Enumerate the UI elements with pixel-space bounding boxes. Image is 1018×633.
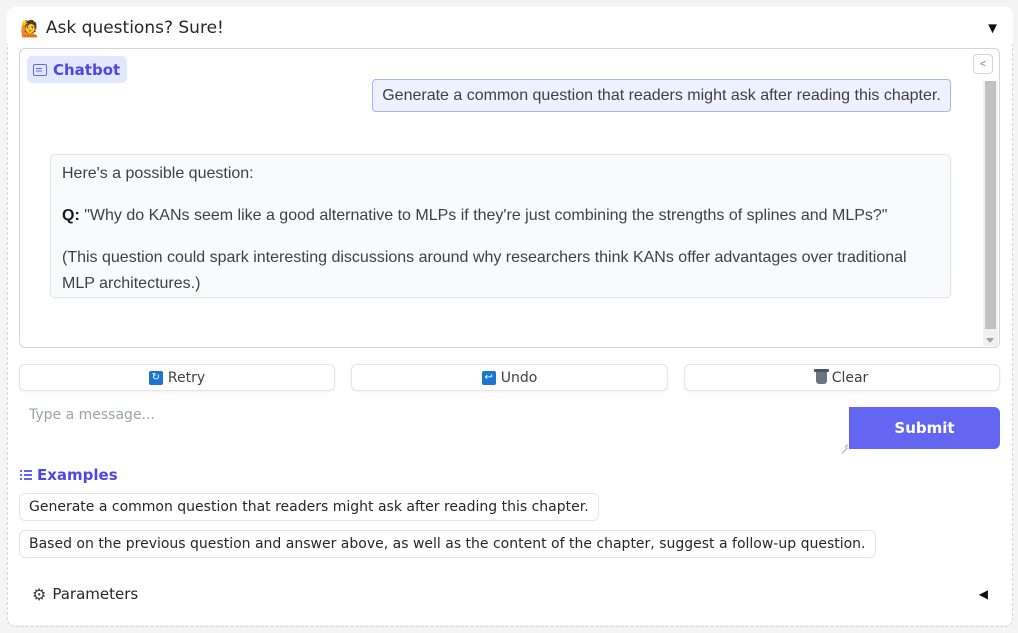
examples-label: Examples [20,466,118,484]
raising-hand-icon: 🙋 [20,18,40,38]
user-message: Generate a common question that readers … [372,79,951,112]
scroll-down-arrow-icon[interactable] [986,338,994,343]
parameters-accordion[interactable]: ⚙ Parameters ◀ [32,585,988,604]
share-icon[interactable]: < [973,54,993,74]
parameters-title-wrap: ⚙ Parameters [32,585,138,604]
parameters-toggle-icon[interactable]: ◀ [979,587,988,601]
example-item[interactable]: Generate a common question that readers … [19,493,599,521]
undo-label: Undo [500,369,538,386]
scrollbar-thumb[interactable] [985,81,996,329]
gear-icon: ⚙ [32,584,47,604]
undo-icon: ↩ [481,370,496,385]
accordion-header[interactable]: 🙋 Ask questions? Sure! ▼ [20,16,1000,40]
message-input[interactable] [19,407,848,449]
chatbot-label-text: Chatbot [53,60,121,79]
chatbot-area: Chatbot < Generate a common question tha… [19,48,1000,348]
bot-message: Here's a possible question: Q: "Why do K… [50,154,951,298]
parameters-label: Parameters [52,585,139,603]
question-text: "Why do KANs seem like a good alternativ… [79,207,888,224]
examples-label-text: Examples [37,466,118,484]
accordion-toggle-icon[interactable]: ▼ [985,20,1000,37]
resize-handle-icon[interactable] [840,440,848,448]
bot-message-intro: Here's a possible question: [62,165,254,182]
clear-label: Clear [831,369,869,386]
retry-label: Retry [167,369,206,386]
retry-button[interactable]: ↻ Retry [19,364,335,391]
trash-icon [813,369,829,384]
undo-button[interactable]: ↩ Undo [351,364,668,391]
bot-message-note: (This question could spark interesting d… [62,249,907,292]
list-icon [20,470,32,480]
submit-button[interactable]: Submit [849,407,1000,449]
example-item[interactable]: Based on the previous question and answe… [19,530,876,558]
clear-button[interactable]: Clear [684,364,1000,391]
chatbot-label: Chatbot [27,56,128,83]
bot-message-question: Q: "Why do KANs seem like a good alterna… [62,203,939,229]
chat-bubble-icon [33,63,47,76]
accordion-title: Ask questions? Sure! [45,18,224,38]
question-label: Q: [62,207,80,224]
accordion-title-wrap: 🙋 Ask questions? Sure! [20,18,224,38]
chat-scrollbar[interactable] [983,81,998,346]
retry-icon: ↻ [148,370,163,385]
